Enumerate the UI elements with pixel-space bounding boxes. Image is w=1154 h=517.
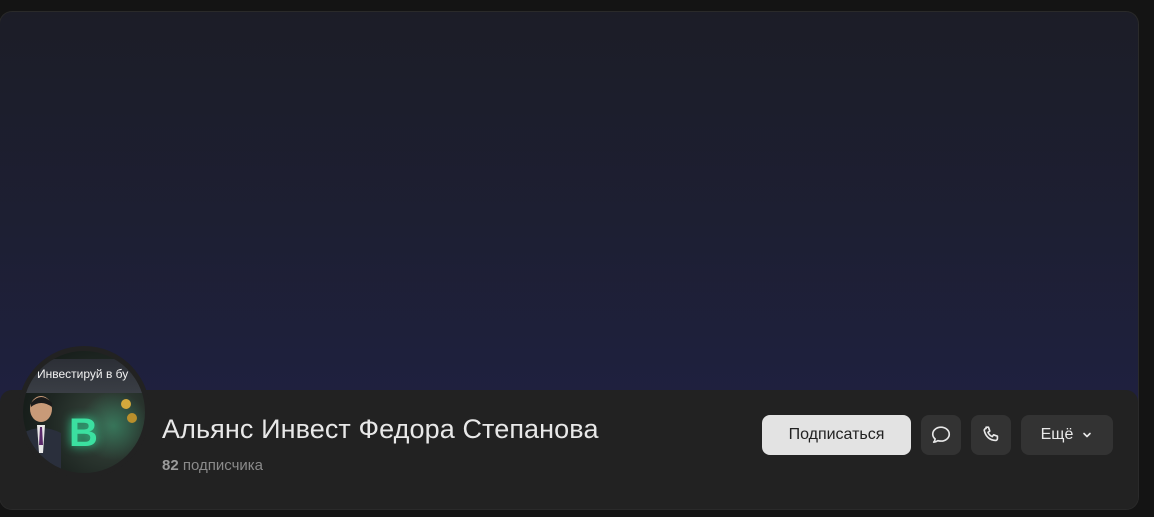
call-button[interactable] [971,415,1011,455]
info-panel [0,390,1138,509]
community-title: Альянс Инвест Федора Степанова [162,414,599,444]
cover-image [0,12,1138,412]
person-figure [23,396,61,473]
avatar[interactable]: Инвестируй в бу B [18,346,150,478]
chat-bubble-icon [931,426,951,443]
subscribers-number: 82 [162,457,179,474]
subscribers-count[interactable]: 82 подписчика [162,457,263,474]
avatar-banner-text: Инвестируй в бу [37,367,129,381]
avatar-logo-glyph: B [69,411,98,455]
avatar-image: Инвестируй в бу B [23,351,145,473]
subscribe-button[interactable]: Подписаться [762,415,911,455]
phone-icon [983,426,999,442]
subscribers-label: подписчика [182,457,264,474]
more-button[interactable]: Ещё [1021,415,1113,455]
more-label: Ещё [1040,426,1074,443]
message-button[interactable] [921,415,961,455]
chevron-down-icon [1083,432,1092,438]
